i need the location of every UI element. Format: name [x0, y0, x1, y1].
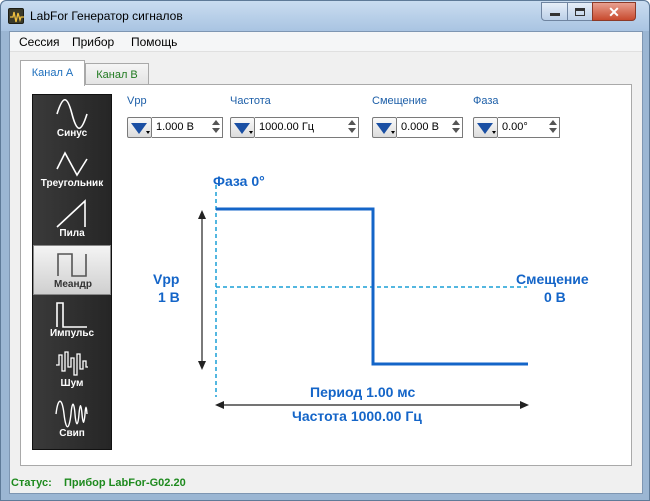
close-button[interactable]: ✕ — [592, 2, 636, 21]
vpp-annotation-title: Vpp — [153, 271, 180, 287]
status-bar: Статус: Прибор LabFor-G02.20 — [10, 470, 642, 492]
window-title: LabFor Генератор сигналов — [30, 9, 183, 23]
maximize-icon — [575, 7, 585, 16]
frequency-annotation: Частота 1000.00 Гц — [292, 408, 422, 424]
menu-bar: Сессия Прибор Помощь — [10, 32, 642, 52]
title-bar[interactable]: LabFor Генератор сигналов ✕ — [1, 1, 649, 31]
close-icon: ✕ — [608, 3, 620, 20]
menu-session[interactable]: Сессия — [19, 35, 60, 49]
minimize-icon — [549, 13, 560, 16]
minimize-button[interactable] — [541, 2, 568, 21]
offset-annotation-value: 0 В — [544, 289, 566, 305]
vpp-annotation-value: 1 В — [158, 289, 180, 305]
menu-help[interactable]: Помощь — [131, 35, 177, 49]
status-label: Статус: — [11, 477, 52, 489]
maximize-button[interactable] — [567, 2, 593, 21]
offset-annotation-title: Смещение — [516, 271, 589, 287]
client-area: Сессия Прибор Помощь Канал А Канал В Син… — [9, 31, 643, 494]
app-window: LabFor Генератор сигналов ✕ Сессия Прибо… — [0, 0, 650, 501]
period-arrow-head-left — [215, 401, 224, 409]
channel-panel: Синус Треугольник Пила Меандр Импульс Шу… — [20, 84, 632, 466]
tab-channel-b-label: Канал В — [96, 69, 138, 81]
amplitude-arrow-head-bottom — [198, 361, 206, 370]
tab-channel-a[interactable]: Канал А — [20, 60, 85, 86]
phase-annotation: Фаза 0° — [213, 173, 265, 189]
status-value: Прибор LabFor-G02.20 — [64, 477, 186, 489]
app-icon — [8, 8, 24, 24]
menu-device[interactable]: Прибор — [72, 35, 114, 49]
tab-channel-b[interactable]: Канал В — [85, 63, 149, 85]
amplitude-arrow-head-top — [198, 210, 206, 219]
period-arrow-head-right — [520, 401, 529, 409]
square-waveform — [216, 207, 528, 366]
period-annotation: Период 1.00 мс — [310, 384, 416, 400]
tab-channel-a-label: Канал А — [31, 67, 74, 79]
